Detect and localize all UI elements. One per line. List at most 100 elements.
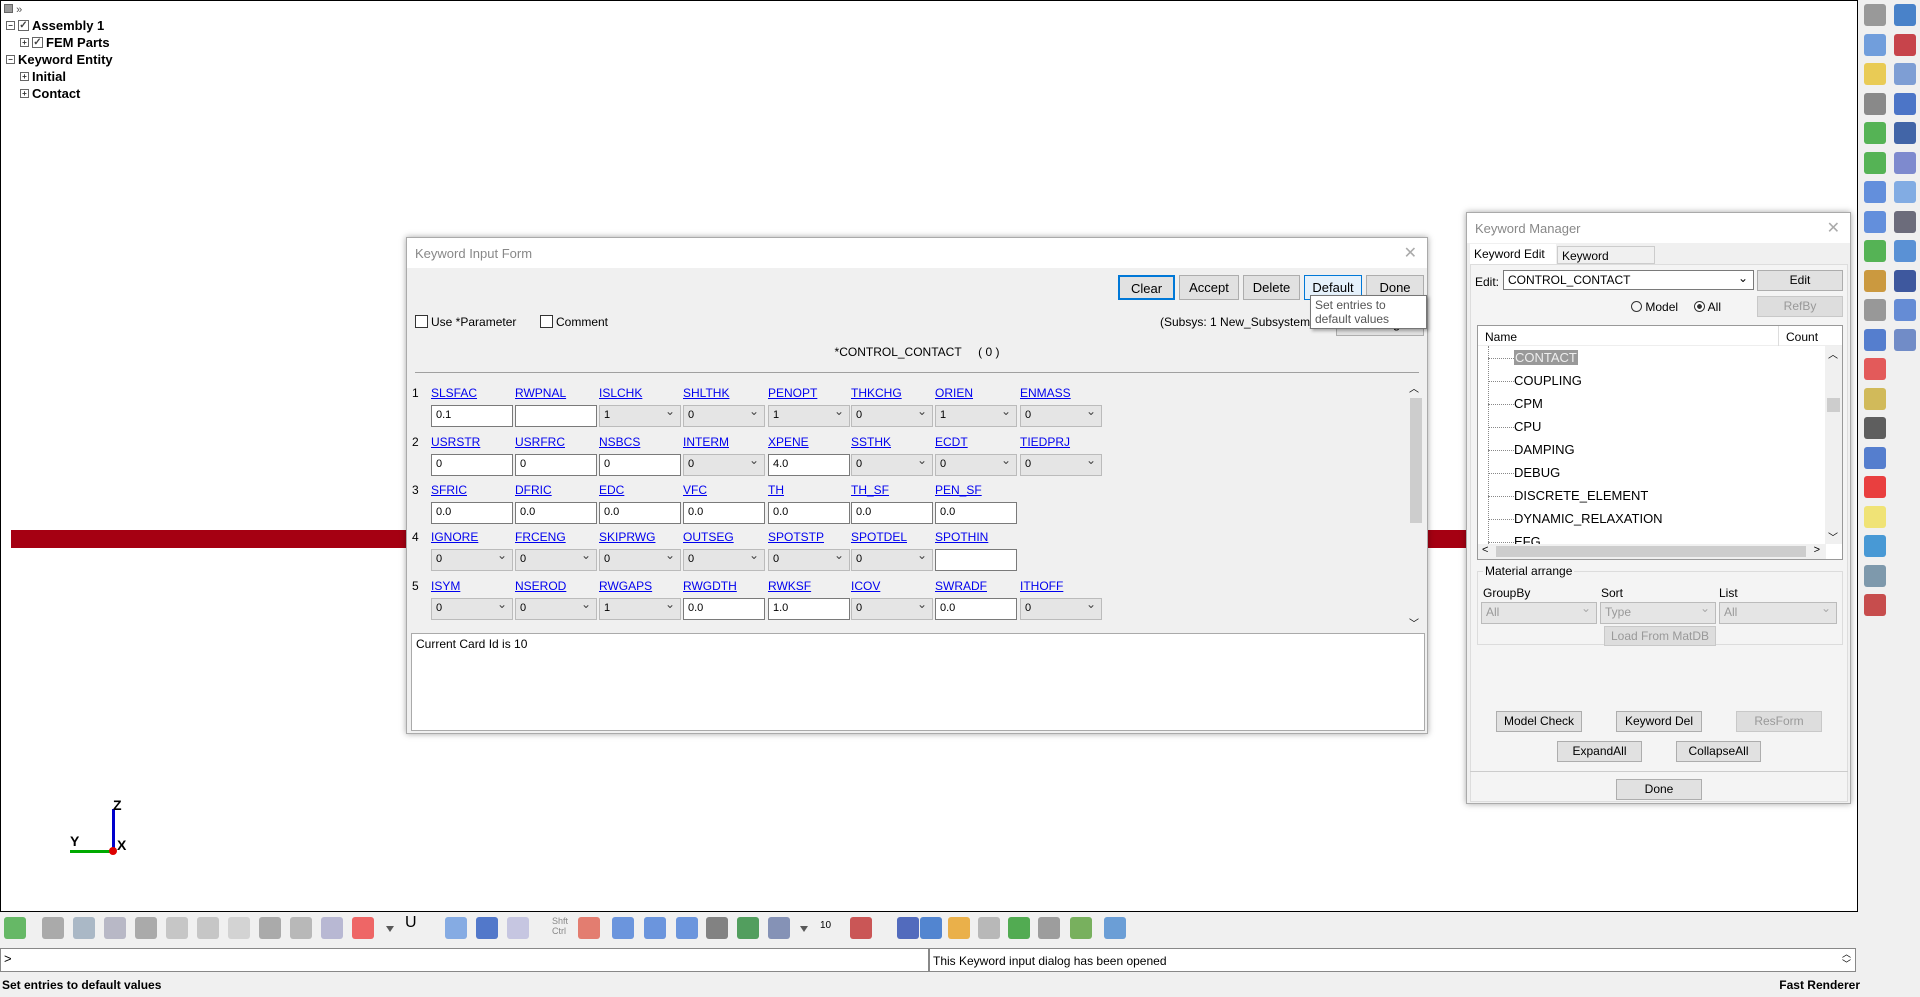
input-usrfrc[interactable]: 0 (515, 454, 597, 476)
select-tiedprj[interactable]: 0 (1020, 453, 1102, 476)
keyword-list-item[interactable]: DEBUG (1514, 465, 1560, 480)
select-ssthk[interactable]: 0 (851, 453, 933, 476)
input-usrstr[interactable]: 0 (431, 454, 513, 476)
input-th[interactable]: 0.0 (768, 502, 850, 524)
tab-keyword-search[interactable]: Keyword Search (1557, 246, 1655, 277)
keyword-edit-combo[interactable]: CONTROL_CONTACT ⌄ (1503, 270, 1754, 290)
command-input[interactable]: > (0, 948, 929, 972)
solid-icon[interactable] (1894, 92, 1916, 115)
network-icon[interactable] (1864, 594, 1886, 616)
element-shade-icon[interactable] (290, 917, 312, 939)
field-help-link-nsbcs[interactable]: NSBCS (599, 435, 640, 449)
keyword-list-item[interactable]: DISCRETE_ELEMENT (1514, 488, 1648, 503)
load-from-matdb-button[interactable]: Load From MatDB (1604, 626, 1716, 646)
globe-icon[interactable] (737, 917, 759, 939)
field-help-link-orien[interactable]: ORIEN (935, 386, 973, 400)
expand-icon[interactable]: + (20, 89, 29, 98)
axis-icon[interactable] (850, 917, 872, 939)
shaded-icon[interactable] (73, 917, 95, 939)
dropdown-icon[interactable] (386, 926, 394, 932)
zoom-box-icon[interactable] (612, 917, 634, 939)
table-mesh-icon[interactable] (1894, 181, 1916, 203)
scroll-down-icon[interactable]: ﹀ (1828, 529, 1838, 544)
select-isym[interactable]: 0 (431, 597, 513, 620)
column-header-name[interactable]: Name (1485, 330, 1517, 344)
scroll-right-icon[interactable]: > (1814, 544, 1820, 556)
home-view-icon[interactable] (920, 917, 942, 939)
tree-item-fem-parts[interactable]: + ✓ FEM Parts (20, 35, 110, 50)
field-help-link-usrfrc[interactable]: USRFRC (515, 435, 565, 449)
field-help-link-vfc[interactable]: VFC (683, 483, 707, 497)
expand-icon[interactable]: + (20, 38, 29, 47)
field-help-link-icov[interactable]: ICOV (851, 579, 880, 593)
input-rwgdth[interactable]: 0.0 (683, 598, 765, 620)
scroll-thumb[interactable] (1410, 398, 1422, 523)
field-help-link-dfric[interactable]: DFRIC (515, 483, 552, 497)
points-icon[interactable] (228, 917, 250, 939)
input-pen_sf[interactable]: 0.0 (935, 502, 1017, 524)
field-help-link-frceng[interactable]: FRCENG (515, 530, 566, 544)
stethoscope-icon[interactable] (1894, 299, 1916, 321)
scroll-left-icon[interactable]: < (1482, 544, 1488, 556)
select-interm[interactable]: 0 (683, 453, 765, 476)
input-sfric[interactable]: 0.0 (431, 502, 513, 524)
field-help-link-rwksf[interactable]: RWKSF (768, 579, 811, 593)
surface-view-icon[interactable] (476, 917, 498, 939)
wireframe-icon[interactable] (42, 917, 64, 939)
tree-item-assembly[interactable]: − ✓ Assembly 1 (6, 18, 104, 33)
select-frceng[interactable]: 0 (515, 548, 597, 571)
field-help-link-usrstr[interactable]: USRSTR (431, 435, 480, 449)
card-scrollbar[interactable]: ︿ ﹀ (1407, 380, 1424, 630)
solid-view-icon[interactable] (445, 917, 467, 939)
field-help-link-spotdel[interactable]: SPOTDEL (851, 530, 907, 544)
chart-window-icon[interactable] (1104, 917, 1126, 939)
input-vfc[interactable]: 0.0 (683, 502, 765, 524)
scroll-down-icon[interactable]: ﹀ (1409, 615, 1419, 630)
keyword-manager-icon[interactable] (1864, 181, 1886, 203)
pick-icon[interactable] (578, 917, 600, 939)
field-help-link-nserod[interactable]: NSEROD (515, 579, 566, 593)
keyword-list-item[interactable]: CPU (1514, 419, 1541, 434)
select-penopt[interactable]: 1 (768, 404, 850, 427)
layout-icon[interactable] (1864, 446, 1886, 469)
keyword-list-item[interactable]: EFG (1514, 534, 1541, 544)
field-help-link-tiedprj[interactable]: TIEDPRJ (1020, 435, 1070, 449)
resform-button[interactable]: ResForm (1736, 711, 1822, 732)
field-help-link-sfric[interactable]: SFRIC (431, 483, 467, 497)
select-islchk[interactable]: 1 (599, 404, 681, 427)
ms-icon[interactable] (1894, 269, 1916, 292)
field-help-link-pen_sf[interactable]: PEN_SF (935, 483, 982, 497)
scroll-up-icon[interactable]: ︿ (1409, 380, 1419, 395)
field-help-link-rwpnal[interactable]: RWPNAL (515, 386, 566, 400)
collapse-all-button[interactable]: CollapseAll (1676, 741, 1761, 762)
radio-model[interactable]: Model (1631, 300, 1678, 314)
renumber-icon[interactable] (1864, 151, 1886, 174)
keyword-list-item[interactable]: DYNAMIC_RELAXATION (1514, 511, 1663, 526)
triad-icon[interactable] (1864, 535, 1886, 557)
zoom-in-icon[interactable] (644, 917, 666, 939)
message-scroll-icon[interactable]: ︿ ﹀ (1842, 949, 1851, 969)
user-display-icon[interactable] (1894, 328, 1916, 351)
fringe-toggle-icon[interactable] (4, 917, 26, 939)
blue-solid-icon[interactable] (897, 917, 919, 939)
play-icon[interactable] (1008, 917, 1030, 939)
expand-chevron-icon[interactable]: » (16, 4, 22, 16)
subsystem-icon[interactable] (1864, 299, 1886, 321)
select-nserod[interactable]: 0 (515, 597, 597, 620)
field-help-link-ecdt[interactable]: ECDT (935, 435, 968, 449)
recycle-gears-icon[interactable] (1070, 917, 1092, 939)
model-check-button[interactable]: Model Check (1496, 711, 1582, 732)
u-label[interactable]: U (405, 914, 417, 932)
input-rwksf[interactable]: 1.0 (768, 598, 850, 620)
select-spotdel[interactable]: 0 (851, 548, 933, 571)
edit-button[interactable]: Edit (1757, 270, 1843, 291)
field-help-link-spothin[interactable]: SPOTHIN (935, 530, 988, 544)
select-ithoff[interactable]: 0 (1020, 597, 1102, 620)
mesh-icon[interactable] (1894, 151, 1916, 174)
field-help-link-xpene[interactable]: XPENE (768, 435, 809, 449)
field-help-link-enmass[interactable]: ENMASS (1020, 386, 1071, 400)
close-icon[interactable]: ✕ (1827, 218, 1840, 238)
field-help-link-spotstp[interactable]: SPOTSTP (768, 530, 824, 544)
light-box-icon[interactable] (1864, 387, 1886, 410)
explosion-icon[interactable] (1864, 476, 1886, 498)
